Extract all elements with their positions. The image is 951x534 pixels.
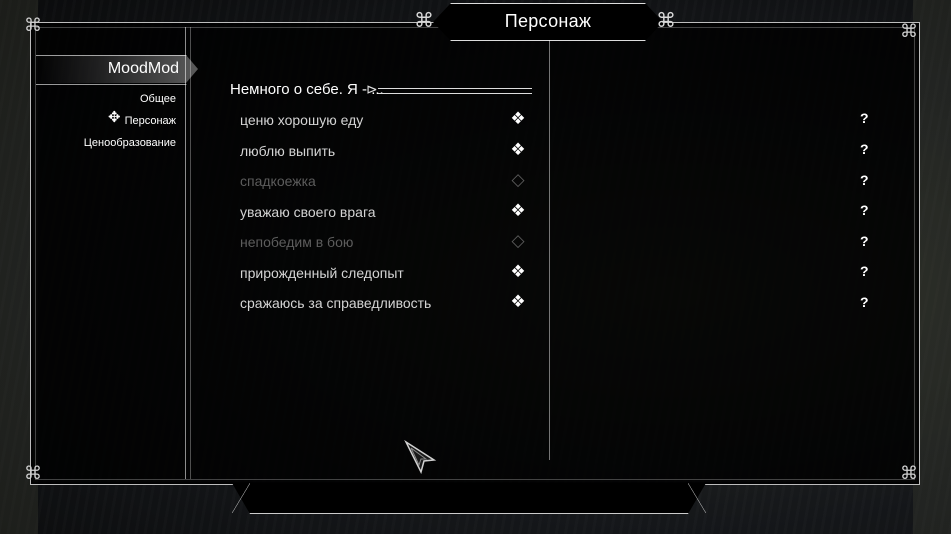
help-icon[interactable]: ? <box>860 263 869 279</box>
section-header: Немного о себе. Я - ... <box>230 81 384 98</box>
checkbox-checked-icon[interactable]: ❖ <box>508 140 528 160</box>
checkbox-empty-icon[interactable]: ◇ <box>508 170 528 190</box>
option-label-invincible[interactable]: непобедим в бою <box>240 234 353 250</box>
corner-knot-icon: ⌘ <box>900 21 918 41</box>
help-icon[interactable]: ? <box>860 233 869 249</box>
header-ornament-icon: ⊳ <box>366 81 378 97</box>
option-label-sweet-tooth[interactable]: спадкоежка <box>240 173 316 189</box>
bottom-plate <box>232 483 706 514</box>
option-label-respect-enemy[interactable]: уважаю своего врага <box>240 204 376 220</box>
header-rule <box>378 88 532 94</box>
corner-knot-icon: ⌘ <box>24 15 42 35</box>
checkbox-empty-icon[interactable]: ◇ <box>508 231 528 251</box>
corner-knot-icon: ⌘ <box>900 463 918 483</box>
sidebar-divider-inner <box>190 27 191 479</box>
column-divider <box>549 40 550 460</box>
checkbox-checked-icon[interactable]: ❖ <box>508 109 528 129</box>
checkbox-checked-icon[interactable]: ❖ <box>508 292 528 312</box>
option-label-justice[interactable]: сражаюсь за справедливость <box>240 295 431 311</box>
corner-knot-icon: ⌘ <box>24 463 42 483</box>
sidebar-item-general[interactable]: Общее <box>140 93 176 105</box>
option-label-drink[interactable]: люблю выпить <box>240 143 335 159</box>
sidebar-item-character[interactable]: Персонаж <box>125 115 176 127</box>
arrow-cursor-icon <box>404 440 437 474</box>
option-label-good-food[interactable]: ценю хорошую еду <box>240 112 363 128</box>
sidebar-divider <box>185 27 186 479</box>
sidebar-mod-moodmod[interactable]: MoodMod <box>108 60 179 78</box>
selected-page-knot-icon: ✥ <box>108 109 121 126</box>
option-label-tracker[interactable]: прирожденный следопыт <box>240 265 404 281</box>
help-icon[interactable]: ? <box>860 294 869 310</box>
page-title: Персонаж <box>504 11 592 31</box>
help-icon[interactable]: ? <box>860 172 869 188</box>
checkbox-checked-icon[interactable]: ❖ <box>508 262 528 282</box>
checkbox-checked-icon[interactable]: ❖ <box>508 201 528 221</box>
help-icon[interactable]: ? <box>860 202 869 218</box>
sidebar-item-pricing[interactable]: Ценообразование <box>84 137 176 149</box>
help-icon[interactable]: ? <box>860 110 869 126</box>
celtic-knot-icon: ⌘ <box>656 10 676 32</box>
help-icon[interactable]: ? <box>860 141 869 157</box>
celtic-knot-icon: ⌘ <box>414 10 434 32</box>
